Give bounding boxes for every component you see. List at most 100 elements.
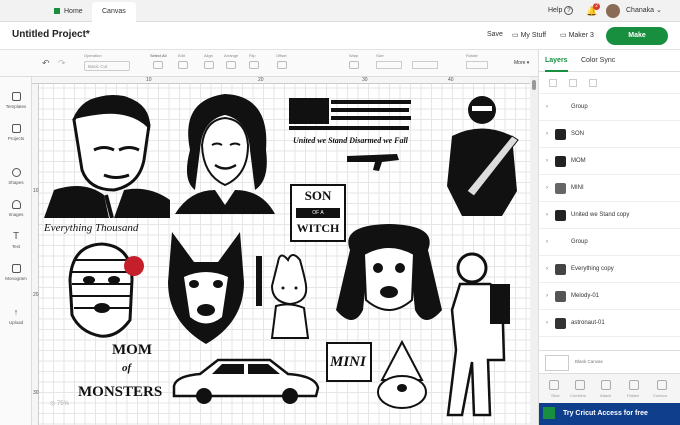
chevron-right-icon[interactable]: › xyxy=(546,283,548,310)
soldier-image[interactable] xyxy=(432,96,524,216)
combine-icon[interactable] xyxy=(575,380,585,390)
warp-icon[interactable] xyxy=(349,61,359,69)
chevron-right-icon[interactable]: › xyxy=(546,94,548,121)
monogram-icon xyxy=(11,264,21,273)
layers-panel: Layers Color Sync › Group › SON › MOM › MINI… xyxy=(538,50,680,425)
layer-actions xyxy=(539,72,680,94)
flatten-icon[interactable] xyxy=(629,380,639,390)
melody-graphic xyxy=(256,254,310,339)
arrange-icon[interactable] xyxy=(226,61,236,69)
tab-canvas[interactable]: Canvas xyxy=(92,2,136,22)
user-menu[interactable]: Chanaka ⌄ xyxy=(626,0,662,22)
rotate-input[interactable] xyxy=(466,61,488,69)
flag-caption: United we Stand Disarmed we Fall xyxy=(293,136,408,145)
masked-face-image[interactable] xyxy=(62,240,148,340)
help-link[interactable]: Help ? xyxy=(548,0,574,22)
canvas-scrollbar[interactable] xyxy=(530,77,538,425)
son-text: SON xyxy=(304,188,332,203)
layer-row[interactable]: › astronaut-01 xyxy=(539,310,680,337)
redo-icon[interactable]: ↷ xyxy=(58,58,66,69)
layer-row[interactable]: › MINI xyxy=(539,175,680,202)
attach-icon[interactable] xyxy=(601,380,611,390)
flag-design-image[interactable]: United we Stand Disarmed we Fall xyxy=(287,96,415,176)
layer-row[interactable]: › MOM xyxy=(539,148,680,175)
top-bar: Home Canvas Help ? 🔔 2 Chanaka ⌄ xyxy=(0,0,680,22)
my-stuff-button[interactable]: ▭ My Stuff xyxy=(512,31,546,39)
group-layers-icon[interactable] xyxy=(549,79,557,87)
chevron-right-icon[interactable]: › xyxy=(546,229,548,256)
sidebar-item-monogram[interactable]: Monogram xyxy=(0,264,32,281)
height-input[interactable] xyxy=(412,61,438,69)
zoom-indicator[interactable]: ◎ 75% xyxy=(50,400,69,407)
edit-icon[interactable] xyxy=(178,61,188,69)
mini-text-image[interactable]: MINI xyxy=(326,342,372,382)
layer-row[interactable]: › Everything copy xyxy=(539,256,680,283)
tab-canvas-label: Canvas xyxy=(102,8,126,15)
portrait-woman-image[interactable] xyxy=(170,90,280,214)
undo-icon[interactable]: ↶ xyxy=(42,58,50,69)
machine-select[interactable]: ▭ Maker 3 xyxy=(560,31,594,39)
avatar[interactable] xyxy=(606,4,620,18)
make-button[interactable]: Make xyxy=(606,27,668,45)
chevron-right-icon[interactable]: › xyxy=(546,121,548,148)
zoom-icon: ◎ xyxy=(50,401,56,407)
operation-select[interactable]: Basic Cut xyxy=(84,61,130,71)
chevron-right-icon[interactable]: › xyxy=(546,202,548,229)
attach-label: Attach xyxy=(600,393,612,398)
of-a-text: OF A xyxy=(296,208,340,218)
classic-car-image[interactable] xyxy=(170,352,322,406)
offset-label: Offset xyxy=(276,53,287,58)
duplicate-icon[interactable] xyxy=(569,79,577,87)
save-button[interactable]: Save xyxy=(487,31,503,38)
project-title[interactable]: Untitled Project* xyxy=(12,29,90,40)
more-button[interactable]: More ▾ xyxy=(514,60,529,66)
mini-text: MINI xyxy=(330,354,366,370)
gnome-image[interactable] xyxy=(370,340,434,412)
blank-canvas-thumbnail xyxy=(545,355,569,371)
sidebar-item-upload[interactable]: ↑ Upload xyxy=(0,308,32,326)
sidebar-item-text[interactable]: T Text xyxy=(0,231,32,250)
width-input[interactable] xyxy=(376,61,402,69)
shapes-icon xyxy=(11,168,21,177)
tab-home[interactable]: Home xyxy=(44,2,93,22)
offset-icon[interactable] xyxy=(277,61,287,69)
notifications-button[interactable]: 🔔 2 xyxy=(586,0,600,22)
flip-icon[interactable] xyxy=(249,61,259,69)
align-icon[interactable] xyxy=(204,61,214,69)
delete-icon[interactable] xyxy=(589,79,597,87)
blank-canvas-row[interactable]: Blank Canvas xyxy=(539,350,680,373)
folder-icon: ▭ xyxy=(512,32,519,39)
text-icon: T xyxy=(12,231,20,242)
sidebar-item-shapes[interactable]: Shapes xyxy=(0,168,32,185)
everything-thousand-text[interactable]: Everything Thousand xyxy=(44,222,138,234)
scrollbar-thumb[interactable] xyxy=(532,80,536,90)
tab-layers[interactable]: Layers xyxy=(545,50,568,72)
portrait-man-graphic xyxy=(44,95,170,218)
chevron-down-icon: ⌄ xyxy=(655,7,662,14)
select-all-icon[interactable] xyxy=(153,61,163,69)
sidebar-item-images[interactable]: Images xyxy=(0,200,32,217)
contour-icon[interactable] xyxy=(657,380,667,390)
mom-of-monsters-image[interactable]: MOM of MONSTERS xyxy=(78,336,166,414)
layer-row[interactable]: › Group xyxy=(539,94,680,121)
chevron-right-icon[interactable]: › xyxy=(546,256,548,283)
layer-row[interactable]: › Melody-01 xyxy=(539,283,680,310)
size-label: Size xyxy=(376,53,384,58)
chevron-right-icon[interactable]: › xyxy=(546,175,548,202)
melody-image[interactable] xyxy=(250,252,328,344)
layer-row[interactable]: › SON xyxy=(539,121,680,148)
chevron-right-icon[interactable]: › xyxy=(546,148,548,175)
chevron-right-icon[interactable]: › xyxy=(546,310,548,337)
dog-head-image[interactable] xyxy=(164,222,248,346)
layer-row[interactable]: › Group xyxy=(539,229,680,256)
layer-row[interactable]: › United we Stand copy xyxy=(539,202,680,229)
sidebar-item-projects[interactable]: Projects xyxy=(0,124,32,141)
tab-color-sync[interactable]: Color Sync xyxy=(581,50,615,72)
spaniel-image[interactable] xyxy=(330,220,448,332)
spaniel-graphic xyxy=(336,224,442,320)
try-access-banner[interactable]: Try Cricut Access for free xyxy=(539,403,680,425)
portrait-man-image[interactable] xyxy=(44,90,170,218)
sidebar-item-templates[interactable]: Templates xyxy=(0,92,32,109)
astronaut-image[interactable] xyxy=(444,250,516,420)
slice-icon[interactable] xyxy=(549,380,559,390)
